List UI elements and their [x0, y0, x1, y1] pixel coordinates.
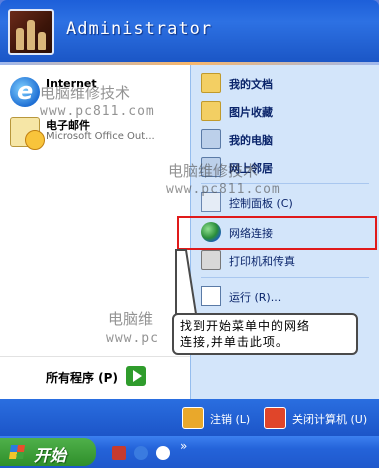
callout-line-2: 连接,并单击此项。	[180, 335, 289, 349]
quicklaunch-app-icon[interactable]	[112, 446, 126, 460]
watermark-url: www.pc811.com	[166, 182, 281, 197]
instruction-callout: 找到开始菜单中的网络 连接,并单击此项。	[172, 313, 358, 355]
quicklaunch-more-button[interactable]: »	[180, 439, 187, 453]
windows-logo-icon	[9, 445, 25, 459]
start-label: 开始	[34, 446, 67, 465]
start-button[interactable]: 开始	[0, 438, 96, 466]
taskbar: 开始 »	[0, 436, 379, 468]
watermark-brand-partial: 电脑维	[108, 310, 154, 328]
quicklaunch-ie-icon[interactable]	[134, 446, 148, 460]
callout-line-1: 找到开始菜单中的网络	[180, 319, 311, 333]
watermark-url: www.pc811.com	[40, 104, 155, 119]
callout-tail	[175, 249, 198, 315]
watermark-brand: 电脑维修技术	[40, 84, 131, 102]
quicklaunch-browser-icon[interactable]	[156, 446, 170, 460]
callout-text: 找到开始菜单中的网络 连接,并单击此项。	[180, 318, 310, 350]
watermark-brand: 电脑维修技术	[168, 162, 259, 180]
watermark-url-partial: www.pc	[106, 331, 159, 346]
